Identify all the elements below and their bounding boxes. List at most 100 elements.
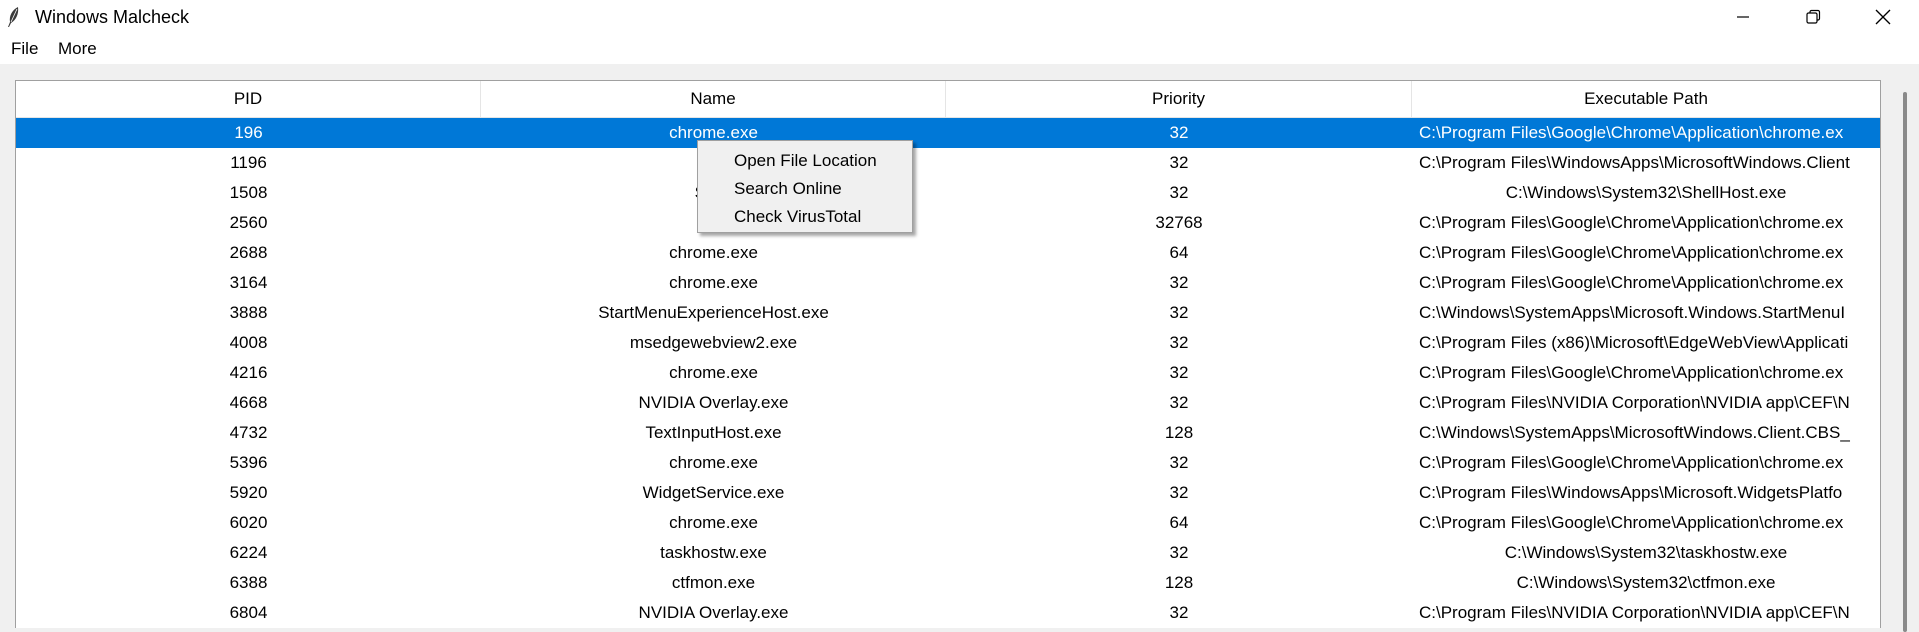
cell-pid: 6804 [229, 603, 268, 622]
feather-icon [6, 6, 20, 28]
cell-priority: 64 [1169, 513, 1189, 532]
column-header-name[interactable]: Name [481, 81, 946, 117]
cell-path: C:\Program Files\Google\Chrome\Applicati… [1419, 273, 1844, 292]
cell-priority: 64 [1169, 243, 1189, 262]
menu-item-check-virustotal[interactable]: Check VirusTotal [734, 204, 861, 230]
cell-name: TextInputHost.exe [645, 423, 782, 442]
menu-file[interactable]: File [11, 39, 38, 59]
column-header-pid[interactable]: PID [16, 81, 481, 117]
table-row[interactable]: 4732 TextInputHost.exe 128 C:\Windows\Syste… [16, 418, 1880, 448]
menu-bar: File More [0, 34, 1919, 64]
menu-more[interactable]: More [58, 39, 97, 59]
cell-pid: 5396 [229, 453, 268, 472]
cell-path: C:\Program Files\Google\Chrome\Applicati… [1419, 123, 1844, 142]
minimize-button[interactable] [1708, 0, 1778, 34]
cell-priority: 32 [1169, 393, 1189, 412]
cell-pid: 5920 [229, 483, 268, 502]
cell-priority: 32 [1169, 453, 1189, 472]
cell-pid: 1196 [230, 153, 267, 172]
cell-priority: 32 [1169, 183, 1189, 202]
column-header-path[interactable]: Executable Path [1412, 81, 1880, 117]
table-row[interactable]: 2560chro32768C:\Program Files\Google\Chr… [16, 208, 1880, 238]
table-row[interactable]: 3888 StartMenuExperienceHost.exe 32 C:\Wind… [16, 298, 1880, 328]
table-row[interactable]: 4668 NVIDIA Overlay.exe 32 C:\Program Files… [16, 388, 1880, 418]
cell-path: C:\Program Files\Google\Chrome\Applicati… [1419, 363, 1844, 382]
cell-path: C:\Windows\System32\taskhostw.exe [1504, 543, 1788, 562]
table-header: PID Name Priority Executable Path [16, 81, 1880, 118]
table-row[interactable]: 1196Wid32C:\Program Files\WindowsApps\Mi… [16, 148, 1880, 178]
table-row[interactable]: 196 chrome.exe 32 C:\Program Files\Google\C… [16, 118, 1880, 148]
cell-priority: 32 [1169, 363, 1189, 382]
cell-priority: 32 [1169, 603, 1189, 622]
cell-pid: 196 [234, 123, 263, 142]
title-bar: Windows Malcheck [0, 0, 1919, 34]
cell-priority: 128 [1164, 573, 1194, 592]
table-row[interactable]: 6020 chrome.exe 64 C:\Program Files\Google\… [16, 508, 1880, 538]
cell-name: chrome.exe [669, 513, 758, 532]
restore-button[interactable] [1778, 0, 1848, 34]
cell-pid: 1508 [229, 183, 268, 202]
menu-item-search-online[interactable]: Search Online [734, 176, 842, 202]
cell-pid: 6020 [229, 513, 268, 532]
context-menu: Open File Location Search Online Check V… [697, 140, 913, 233]
cell-name: msedgewebview2.exe [629, 333, 798, 352]
cell-name: chrome.exe [669, 363, 758, 382]
cell-name: StartMenuExperienceHost.exe [598, 303, 829, 322]
cell-pid: 4732 [229, 423, 268, 442]
table-row[interactable]: 6804 NVIDIA Overlay.exe 32 C:\Program Files… [16, 598, 1880, 628]
column-header-priority[interactable]: Priority [946, 81, 1412, 117]
cell-path: C:\Windows\SystemApps\Microsoft.Windows.… [1419, 303, 1846, 322]
table-row[interactable]: 6224 taskhostw.exe 32 C:\Windows\System32\t… [16, 538, 1880, 568]
table-row[interactable]: 6388 ctfmon.exe 128 C:\Windows\System32\ctf… [16, 568, 1880, 598]
cell-priority: 32 [1169, 543, 1189, 562]
cell-name: chrome.exe [669, 273, 758, 292]
table-row[interactable]: 1508Shell32C:\Windows\System32\ShellHost… [16, 178, 1880, 208]
cell-name: taskhostw.exe [660, 543, 767, 562]
restore-icon [1806, 9, 1821, 24]
cell-pid: 4668 [229, 393, 268, 412]
cell-pid: 4216 [229, 363, 268, 382]
cell-priority: 128 [1164, 423, 1194, 442]
table-body: 196 chrome.exe 32 C:\Program Files\Google\C… [16, 118, 1880, 628]
process-table[interactable]: PID Name Priority Executable Path 196 chr… [15, 80, 1881, 628]
cell-name: NVIDIA Overlay.exe [638, 603, 789, 622]
table-row[interactable]: 2688 chrome.exe 64 C:\Program Files\Google\… [16, 238, 1880, 268]
cell-path: C:\Program Files\Google\Chrome\Applicati… [1419, 243, 1844, 262]
cell-path: C:\Program Files\Google\Chrome\Applicati… [1419, 513, 1844, 532]
cell-priority: 32 [1169, 303, 1189, 322]
close-button[interactable] [1848, 0, 1918, 34]
cell-priority: 32 [1169, 273, 1189, 292]
cell-pid: 2560 [229, 213, 268, 232]
cell-priority: 32 [1169, 153, 1189, 172]
menu-item-open-file-location[interactable]: Open File Location [734, 148, 877, 174]
cell-name: chrome.exe [669, 243, 758, 262]
window-title: Windows Malcheck [35, 7, 190, 27]
cell-pid: 4008 [229, 333, 268, 352]
table-row[interactable]: 5920 WidgetService.exe 32 C:\Program Files\… [16, 478, 1880, 508]
cell-name: chrome.exe [669, 453, 758, 472]
cell-path: C:\Program Files\NVIDIA Corporation\NVID… [1419, 393, 1850, 412]
cell-name: NVIDIA Overlay.exe [638, 393, 789, 412]
table-row[interactable]: 4216 chrome.exe 32 C:\Program Files\Google\… [16, 358, 1880, 388]
cell-name: ctfmon.exe [671, 573, 756, 592]
cell-path: C:\Windows\System32\ShellHost.exe [1505, 183, 1787, 202]
table-row[interactable]: 3164 chrome.exe 32 C:\Program Files\Google\… [16, 268, 1880, 298]
close-icon [1875, 9, 1891, 25]
minimize-icon [1737, 16, 1749, 18]
vertical-scrollbar[interactable] [1893, 80, 1919, 632]
table-row[interactable]: 5396 chrome.exe 32 C:\Program Files\Google\… [16, 448, 1880, 478]
cell-path: C:\Program Files\Google\Chrome\Applicati… [1419, 453, 1844, 472]
cell-pid: 3888 [229, 303, 268, 322]
cell-name: WidgetService.exe [642, 483, 785, 502]
cell-pid: 3164 [229, 273, 268, 292]
cell-path: C:\Program Files (x86)\Microsoft\EdgeWeb… [1419, 333, 1849, 352]
cell-path: C:\Program Files\WindowsApps\Microsoft.W… [1419, 483, 1843, 502]
cell-priority: 32 [1169, 333, 1189, 352]
cell-priority: 32 [1169, 483, 1189, 502]
cell-priority: 32 [1169, 123, 1189, 142]
cell-pid: 6224 [229, 543, 268, 562]
scrollbar-thumb[interactable] [1903, 92, 1907, 632]
table-row[interactable]: 4008 msedgewebview2.exe 32 C:\Program Files… [16, 328, 1880, 358]
cell-path: C:\Windows\SystemApps\MicrosoftWindows.C… [1419, 423, 1850, 442]
cell-priority: 32768 [1155, 213, 1203, 232]
